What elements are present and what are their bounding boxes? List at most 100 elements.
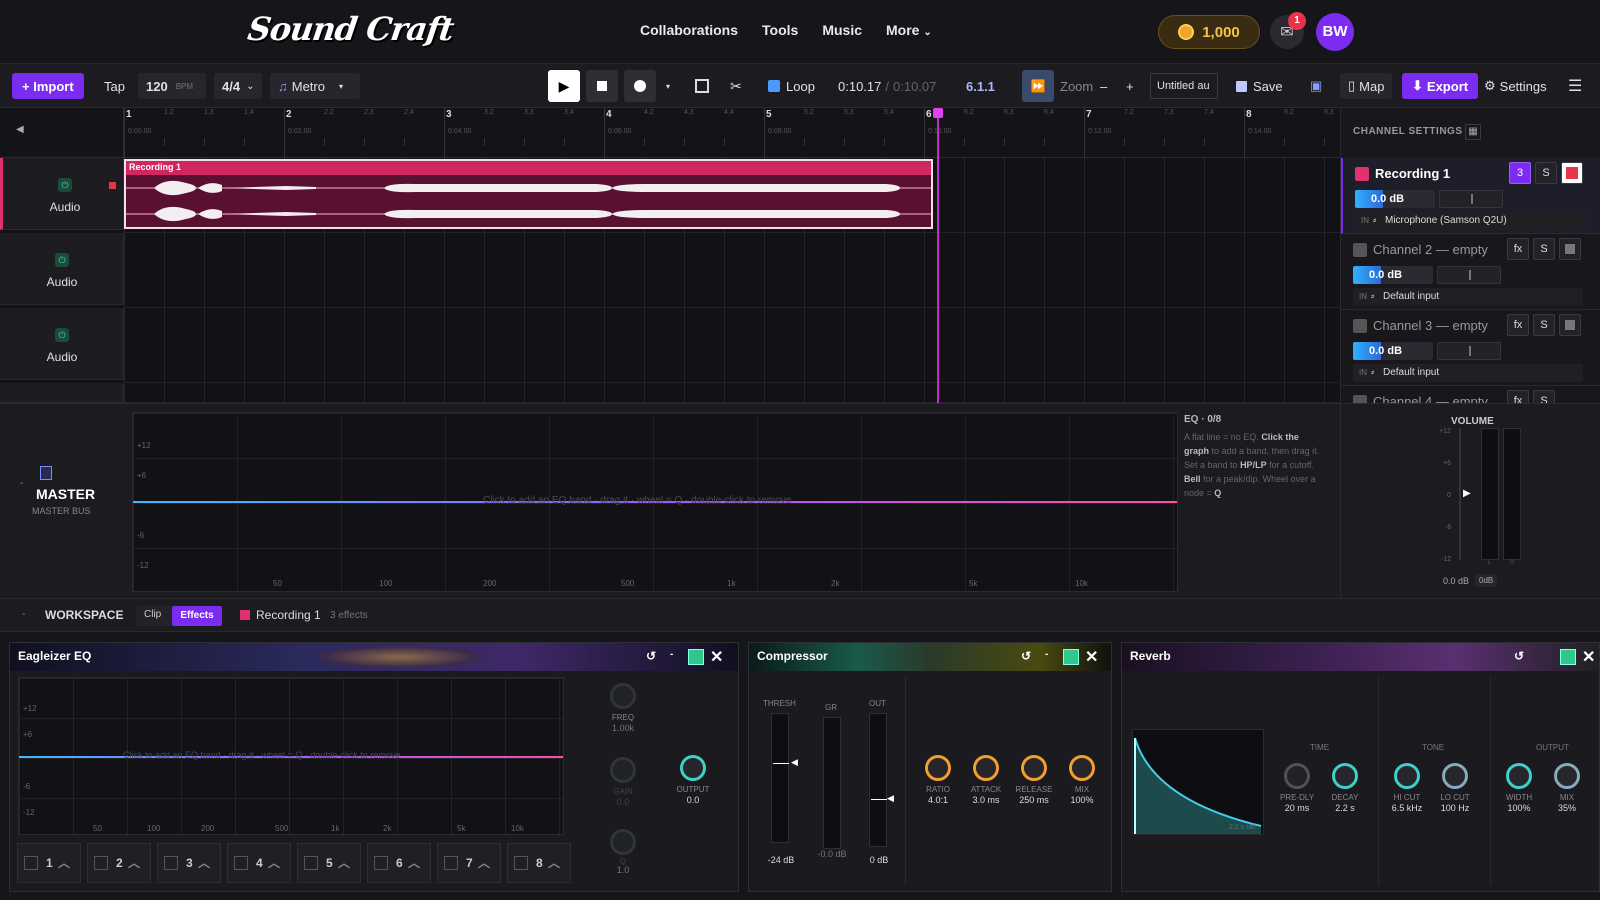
thresh-handle[interactable]: ◀: [791, 757, 798, 768]
reset-0db-button[interactable]: 0dB: [1475, 574, 1498, 587]
master-eq-graph[interactable]: Click to add an EQ band · drag it · whee…: [132, 412, 1178, 592]
gain-knob[interactable]: [610, 757, 636, 783]
bypass-toggle[interactable]: [688, 649, 704, 665]
map-button[interactable]: ▯ Map: [1340, 73, 1393, 99]
record-arm-button[interactable]: [1561, 162, 1583, 184]
width-knob[interactable]: [1506, 763, 1532, 789]
menu-dash-icon[interactable]: -: [670, 649, 673, 660]
track-header-3[interactable]: ⏻ Audio: [0, 308, 124, 380]
channel-row-4[interactable]: Channel 4 — empty fx S: [1341, 386, 1600, 403]
close-icon[interactable]: ✕: [1582, 647, 1595, 667]
channel-color-swatch[interactable]: [1353, 395, 1367, 403]
scissors-icon[interactable]: ✂: [730, 73, 742, 99]
pan-slider[interactable]: [1439, 190, 1503, 208]
ratio-knob[interactable]: [925, 755, 951, 781]
playhead-handle[interactable]: [933, 108, 943, 118]
release-knob[interactable]: [1021, 755, 1047, 781]
tab-effects[interactable]: Effects: [172, 606, 222, 626]
fx-count-button[interactable]: 3: [1509, 162, 1531, 184]
menu-icon[interactable]: ☰: [1568, 73, 1582, 99]
project-name-input[interactable]: Untitled au: [1150, 73, 1218, 99]
power-icon[interactable]: ⏻: [55, 328, 69, 342]
volume-fader-handle[interactable]: ▶: [1463, 488, 1471, 499]
volume-slider[interactable]: 0.0 dB: [1355, 190, 1435, 208]
settings-button[interactable]: ⚙ Settings: [1484, 73, 1547, 99]
close-icon[interactable]: ✕: [1085, 647, 1098, 667]
close-icon[interactable]: ✕: [710, 647, 723, 667]
brand-logo[interactable]: Sound Craft: [245, 10, 455, 48]
clipboard-icon[interactable]: ▣: [1310, 73, 1322, 99]
save-button[interactable]: Save: [1236, 73, 1283, 99]
volume-slider[interactable]: 0.0 dB: [1353, 342, 1433, 360]
user-avatar[interactable]: BW: [1316, 13, 1354, 51]
output-knob[interactable]: [680, 755, 706, 781]
play-button[interactable]: ▶: [548, 70, 580, 102]
channel-color-swatch[interactable]: [1355, 167, 1369, 181]
track-header-4[interactable]: [0, 383, 124, 403]
band-checkbox[interactable]: [444, 856, 458, 870]
pre-delay-knob[interactable]: [1284, 763, 1310, 789]
channel-row-3[interactable]: Channel 3 — empty fx S 0.0 dB IN ⸗ Default…: [1341, 310, 1600, 386]
fx-button[interactable]: fx: [1507, 390, 1529, 403]
band-checkbox[interactable]: [94, 856, 108, 870]
attack-knob[interactable]: [973, 755, 999, 781]
q-knob[interactable]: [610, 829, 636, 855]
track-lane-4[interactable]: [124, 383, 1340, 403]
solo-button[interactable]: S: [1533, 314, 1555, 336]
record-arm-button[interactable]: [1559, 314, 1581, 336]
volume-slider[interactable]: 0.0 dB: [1353, 266, 1433, 284]
reset-icon[interactable]: ↺: [1021, 649, 1031, 663]
pan-slider[interactable]: [1437, 266, 1501, 284]
out-handle[interactable]: ◀: [887, 793, 894, 804]
fx-button[interactable]: fx: [1507, 314, 1529, 336]
zoom-out-button[interactable]: –: [1100, 73, 1107, 99]
hi-cut-knob[interactable]: [1394, 763, 1420, 789]
bypass-toggle[interactable]: [1560, 649, 1576, 665]
menu-dash-icon[interactable]: -: [1045, 649, 1048, 660]
eq-band-4[interactable]: 4 ︿: [227, 843, 291, 883]
nav-more[interactable]: More ⌄: [886, 22, 932, 38]
band-checkbox[interactable]: [514, 856, 528, 870]
power-icon[interactable]: ⏻: [55, 253, 69, 267]
thresh-fader[interactable]: [771, 713, 789, 843]
loop-toggle[interactable]: Loop: [768, 73, 815, 99]
reset-icon[interactable]: ↺: [646, 649, 656, 663]
follow-button[interactable]: ⏩: [1022, 70, 1054, 102]
band-checkbox[interactable]: [164, 856, 178, 870]
solo-button[interactable]: S: [1533, 238, 1555, 260]
solo-button[interactable]: S: [1535, 162, 1557, 184]
bypass-toggle[interactable]: [1063, 649, 1079, 665]
export-button[interactable]: ⬇ Export: [1402, 73, 1479, 99]
playhead[interactable]: [937, 108, 939, 403]
channel-row-1[interactable]: Recording 1 3 S 0.0 dB IN ⸗ Microphone (Sa…: [1341, 158, 1600, 234]
reset-icon[interactable]: ↺: [1514, 649, 1524, 663]
grid-icon[interactable]: ▦: [1465, 124, 1481, 140]
track-lane-2[interactable]: [124, 233, 1340, 308]
band-checkbox[interactable]: [374, 856, 388, 870]
track-lane-3[interactable]: [124, 308, 1340, 383]
freq-knob[interactable]: [610, 683, 636, 709]
eagleizer-graph[interactable]: Click to add an EQ band · drag it · whee…: [18, 677, 564, 835]
input-select[interactable]: IN ⸗ Microphone (Samson Q2U): [1355, 212, 1585, 230]
channel-row-2[interactable]: Channel 2 — empty fx S 0.0 dB IN ⸗ Default…: [1341, 234, 1600, 310]
bpm-field[interactable]: 120 BPM: [138, 73, 206, 99]
tap-button[interactable]: Tap: [104, 73, 125, 99]
loop-region-button[interactable]: [686, 70, 718, 102]
eq-band-6[interactable]: 6 ︿: [367, 843, 431, 883]
track-header-2[interactable]: ⏻ Audio: [0, 233, 124, 305]
fx-button[interactable]: fx: [1507, 238, 1529, 260]
out-fader[interactable]: [869, 713, 887, 847]
stop-button[interactable]: [586, 70, 618, 102]
tab-clip[interactable]: Clip: [144, 609, 161, 620]
volume-fader-track[interactable]: [1459, 428, 1461, 560]
band-checkbox[interactable]: [234, 856, 248, 870]
track-header-1[interactable]: ⏻ Audio: [0, 158, 124, 230]
record-options-caret[interactable]: ▾: [666, 73, 670, 99]
input-select[interactable]: IN ⸗ Default input: [1353, 288, 1583, 306]
decay-knob[interactable]: [1332, 763, 1358, 789]
mix-knob[interactable]: [1069, 755, 1095, 781]
reverb-mix-knob[interactable]: [1554, 763, 1580, 789]
metronome-button[interactable]: ♫ Metro ▾: [270, 73, 360, 99]
channel-color-swatch[interactable]: [1353, 243, 1367, 257]
nav-tools[interactable]: Tools: [762, 22, 798, 38]
